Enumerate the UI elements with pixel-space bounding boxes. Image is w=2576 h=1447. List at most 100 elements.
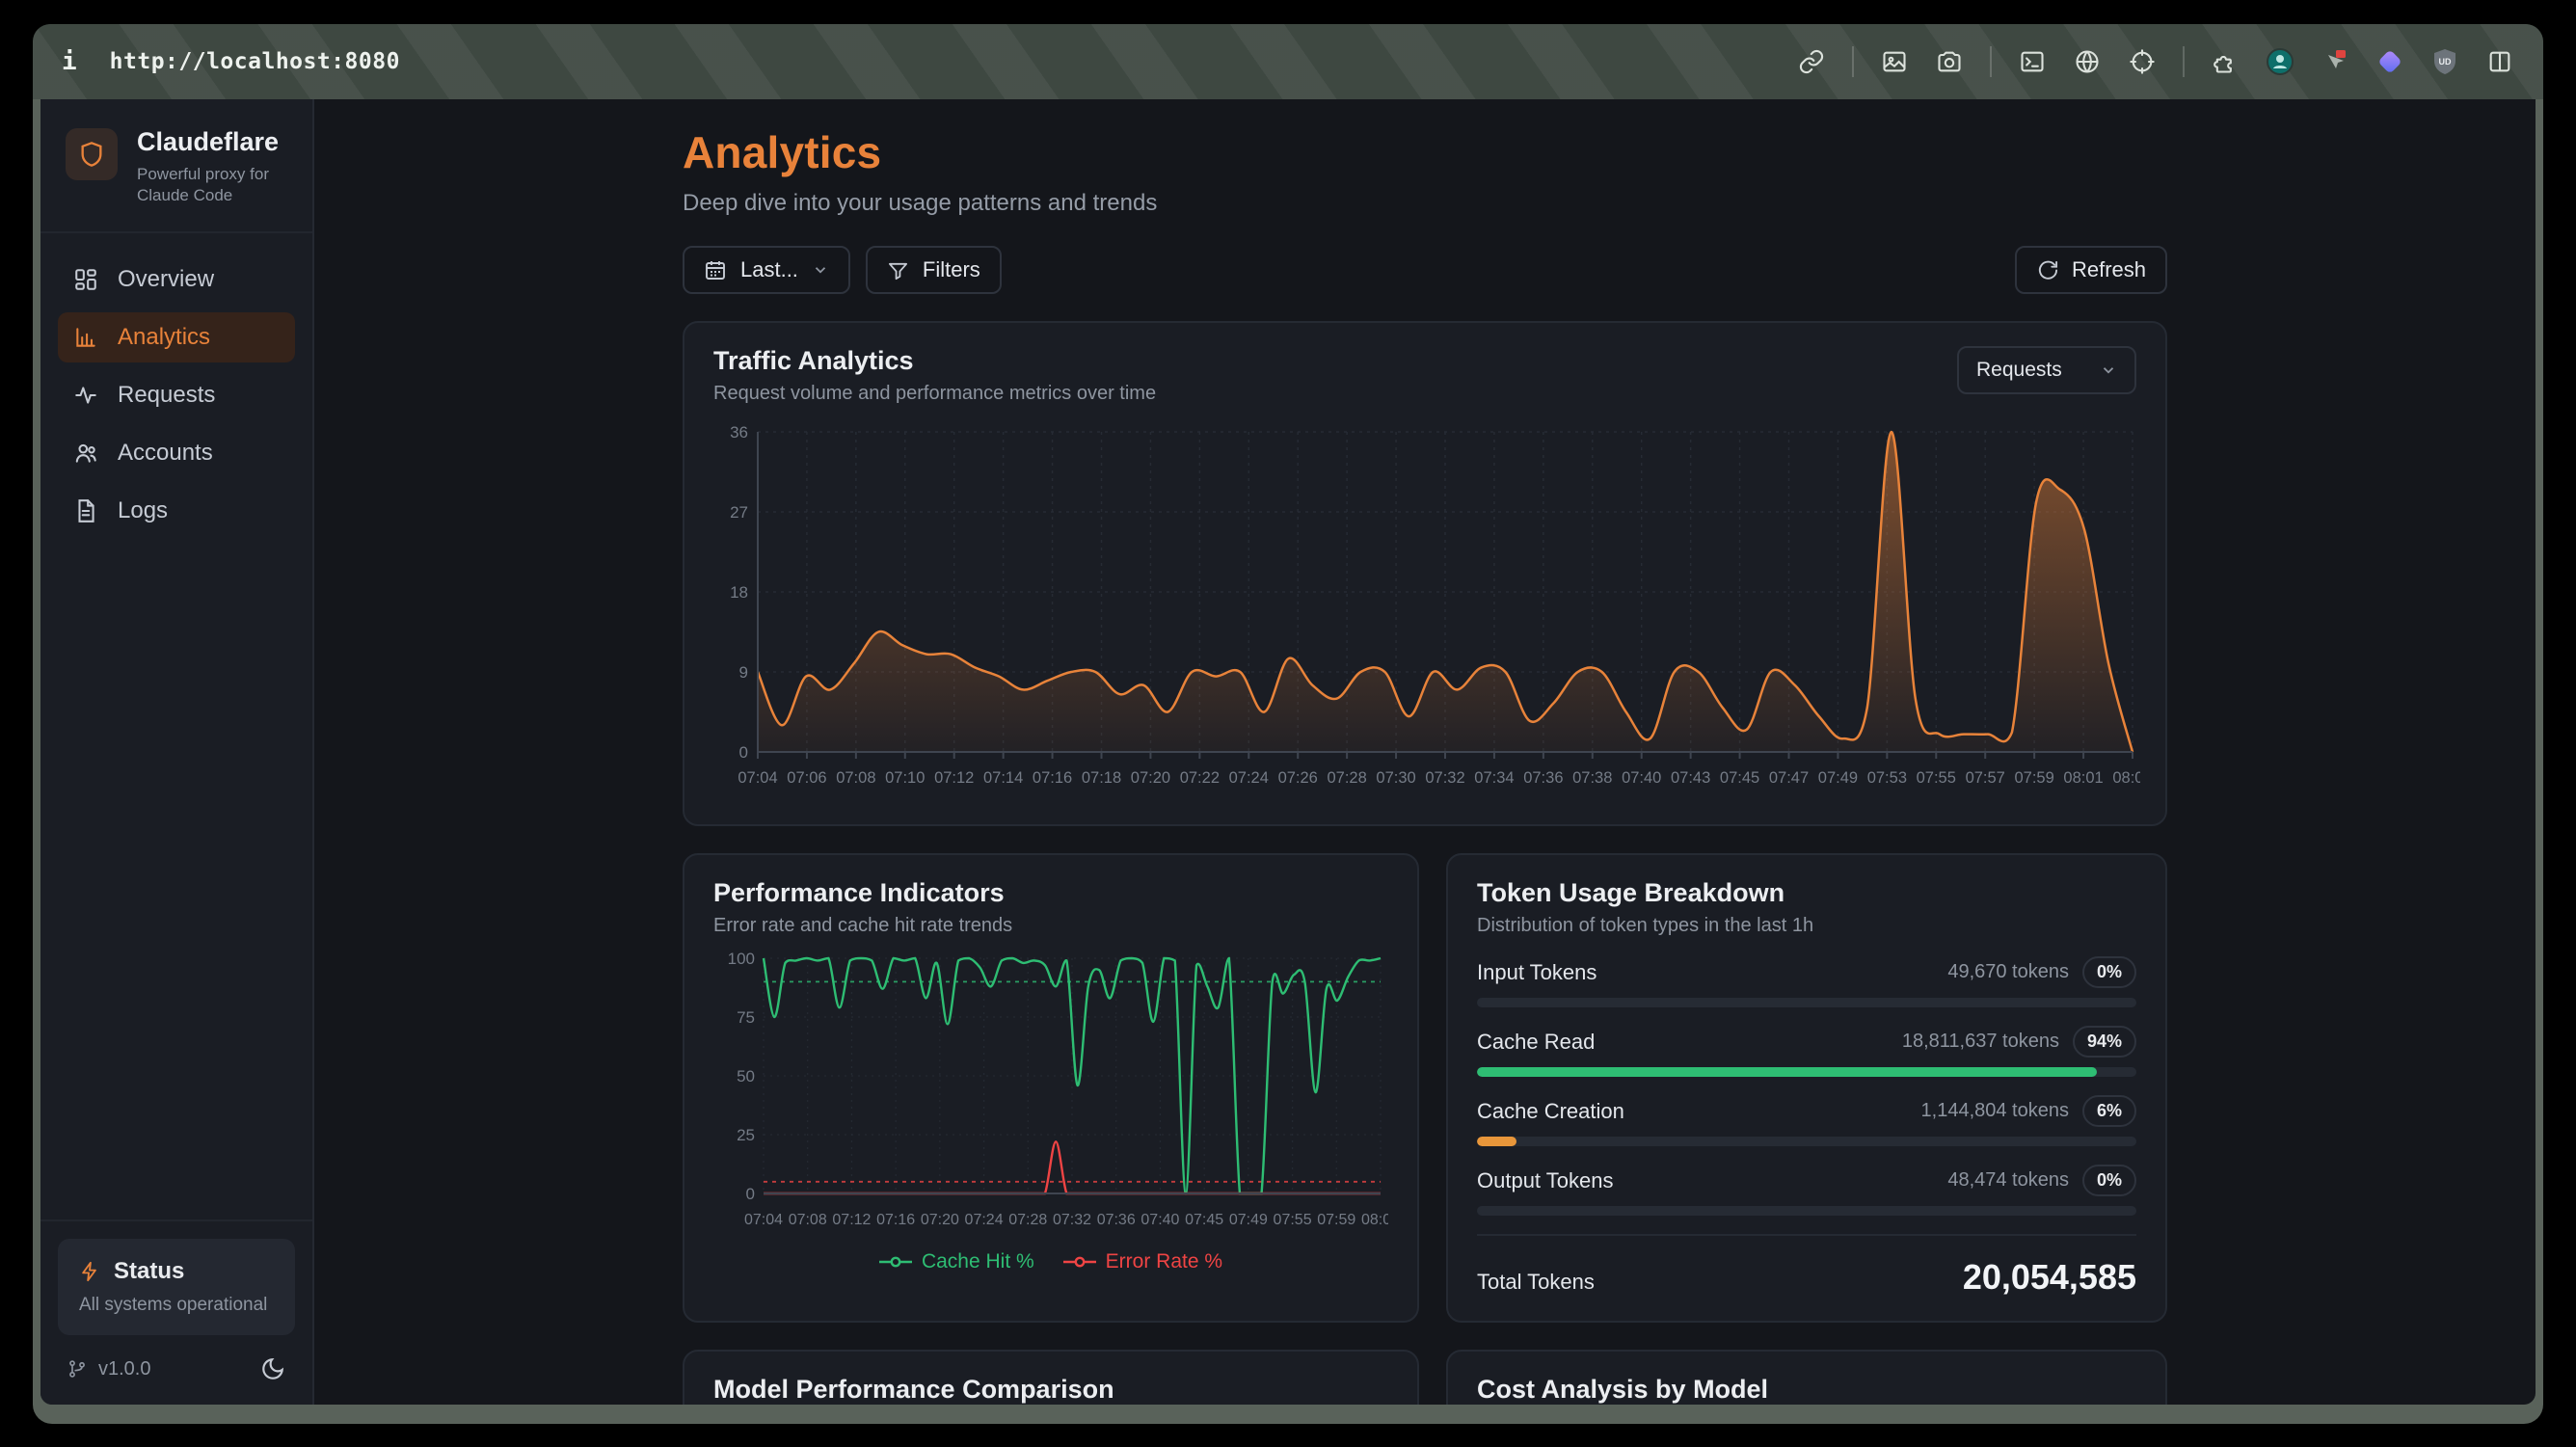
shield-ud-icon[interactable]: UD [2430,47,2459,76]
sidebar-item-overview[interactable]: Overview [58,255,295,305]
terminal-icon[interactable] [2018,47,2047,76]
svg-text:07:28: 07:28 [1008,1212,1047,1228]
token-row-label: Output Tokens [1477,1168,1613,1193]
traffic-analytics-card: Traffic Analytics Request volume and per… [683,321,2167,826]
sidebar-item-analytics[interactable]: Analytics [58,312,295,362]
token-card-subtitle: Distribution of token types in the last … [1477,915,2136,937]
cursor-flag-icon[interactable] [2321,47,2349,76]
token-row-percent-badge: 94% [2073,1026,2136,1058]
svg-text:07:20: 07:20 [1131,769,1170,787]
performance-chart: 025507510007:0407:0807:1207:1607:2007:24… [713,949,1388,1243]
svg-text:07:55: 07:55 [1274,1212,1312,1228]
brand-logo [66,128,118,180]
sidebar-bottom: Status All systems operational v1.0.0 [40,1219,312,1405]
token-progress-track [1477,1137,2136,1146]
svg-text:07:12: 07:12 [832,1212,871,1228]
token-row-percent-badge: 0% [2082,956,2136,988]
divider [1477,1234,2136,1236]
svg-text:07:24: 07:24 [965,1212,1004,1228]
legend-marker-icon [1063,1255,1096,1269]
app-tagline: Powerful proxy for Claude Code [137,164,291,206]
token-row-label: Cache Read [1477,1030,1595,1055]
token-card-title: Token Usage Breakdown [1477,878,2136,908]
globe-icon[interactable] [2073,47,2102,76]
link-icon[interactable] [1797,47,1826,76]
crosshair-icon[interactable] [2128,47,2157,76]
moon-icon [260,1356,285,1381]
token-progress-track [1477,1067,2136,1077]
toolbar-separator [1990,46,1992,77]
address-url[interactable]: http://localhost:8080 [110,49,400,74]
traffic-chart: 0918273607:0407:0607:0807:1007:1207:1407… [713,420,2136,801]
token-row: Cache Creation1,144,804 tokens6% [1477,1095,2136,1146]
svg-text:07:34: 07:34 [1474,769,1514,787]
model-card-title: Model Performance Comparison [713,1375,1388,1405]
screenshot-icon[interactable] [1880,47,1909,76]
refresh-label: Refresh [2072,257,2146,282]
token-progress-track [1477,998,2136,1007]
cost-card-title: Cost Analysis by Model [1477,1375,2136,1405]
model-performance-card: Model Performance Comparison Response ti… [683,1350,1419,1405]
toolbar-separator [2183,46,2185,77]
refresh-button[interactable]: Refresh [2015,246,2167,294]
toolbar-separator [1852,46,1854,77]
token-row: Input Tokens49,670 tokens0% [1477,956,2136,1007]
svg-text:07:49: 07:49 [1818,769,1858,787]
camera-icon[interactable] [1935,47,1964,76]
svg-text:07:55: 07:55 [1917,769,1956,787]
puzzle-icon[interactable] [2211,47,2240,76]
svg-text:07:32: 07:32 [1425,769,1464,787]
svg-text:25: 25 [737,1126,755,1144]
performance-indicators-card: Performance Indicators Error rate and ca… [683,853,1419,1323]
token-progress-track [1477,1206,2136,1216]
svg-text:07:08: 07:08 [789,1212,827,1228]
zap-icon [79,1261,100,1282]
traffic-card-title: Traffic Analytics [713,346,1156,376]
sidebar: Claudeflare Powerful proxy for Claude Co… [40,99,314,1405]
sidebar-item-requests[interactable]: Requests [58,370,295,420]
date-range-button[interactable]: Last... [683,246,850,294]
traffic-card-subtitle: Request volume and performance metrics o… [713,383,1156,405]
chevron-down-icon [812,261,829,279]
svg-text:08:01: 08:01 [2063,769,2103,787]
token-row-label: Input Tokens [1477,960,1597,985]
brand: Claudeflare Powerful proxy for Claude Co… [40,99,312,233]
svg-text:07:12: 07:12 [934,769,974,787]
gem-icon[interactable] [2375,47,2404,76]
legend-item[interactable]: Error Rate % [1063,1250,1222,1273]
svg-text:07:57: 07:57 [1966,769,2005,787]
token-progress-fill [1477,1137,1516,1146]
svg-text:9: 9 [739,663,748,682]
token-usage-card: Token Usage Breakdown Distribution of to… [1446,853,2167,1323]
metric-select[interactable]: Requests [1957,346,2136,394]
svg-text:75: 75 [737,1008,755,1027]
token-row: Output Tokens48,474 tokens0% [1477,1165,2136,1216]
legend-label: Error Rate % [1106,1250,1222,1273]
filters-toolbar: Last... Filters Refresh [683,246,2167,294]
page-title: Analytics [683,126,2167,178]
extension-badge-icon[interactable] [2266,47,2294,76]
cost-analysis-card: Cost Analysis by Model Top models by cos… [1446,1350,2167,1405]
svg-text:50: 50 [737,1067,755,1085]
filters-label: Filters [923,257,980,282]
svg-text:07:59: 07:59 [1317,1212,1355,1228]
status-card: Status All systems operational [58,1239,295,1335]
theme-toggle[interactable] [260,1356,285,1381]
token-row: Cache Read18,811,637 tokens94% [1477,1026,2136,1077]
split-view-icon[interactable] [2485,47,2514,76]
filters-button[interactable]: Filters [866,246,1002,294]
sidebar-item-logs[interactable]: Logs [58,486,295,536]
performance-card-title: Performance Indicators [713,878,1388,908]
sidebar-item-accounts[interactable]: Accounts [58,428,295,478]
legend-marker-icon [879,1255,912,1269]
svg-text:0: 0 [746,1185,755,1203]
legend-item[interactable]: Cache Hit % [879,1250,1034,1273]
svg-text:07:04: 07:04 [744,1212,783,1228]
svg-text:08:04: 08:04 [2112,769,2140,787]
token-row-percent-badge: 0% [2082,1165,2136,1196]
svg-text:07:43: 07:43 [1671,769,1710,787]
info-icon[interactable]: i [62,47,77,76]
svg-text:07:26: 07:26 [1278,769,1318,787]
svg-text:36: 36 [730,423,748,442]
svg-text:07:32: 07:32 [1053,1212,1091,1228]
